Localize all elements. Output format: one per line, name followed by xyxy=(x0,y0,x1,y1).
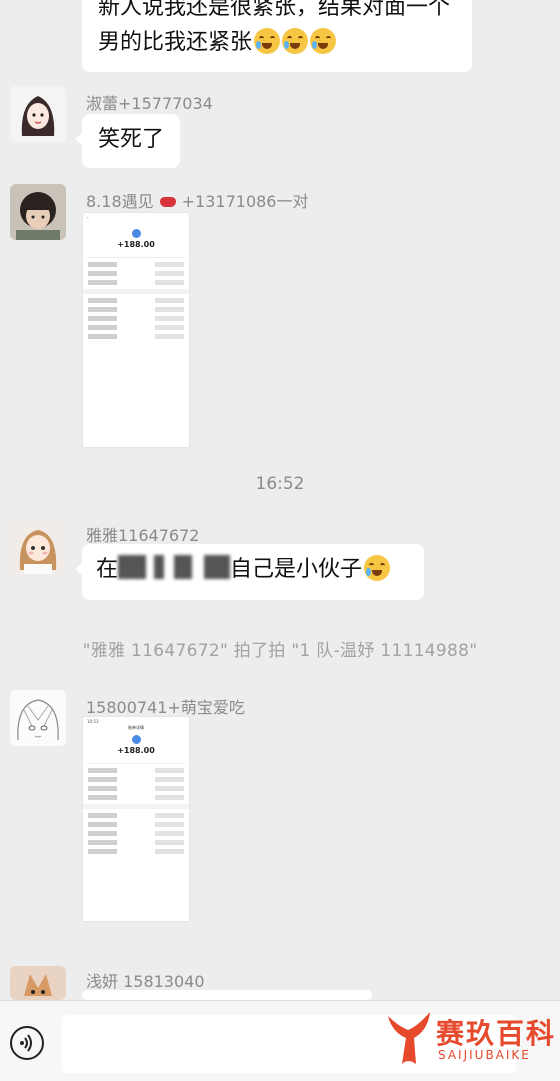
laugh-cry-emoji-icon xyxy=(364,555,391,581)
image-message-receipt[interactable]: 10:53 账单详情 +188.00 xyxy=(82,716,190,922)
avatar[interactable] xyxy=(10,966,66,1000)
receipt-coin-icon xyxy=(131,229,141,238)
message-bubble[interactable]: 笑死了 xyxy=(74,114,181,168)
avatar[interactable] xyxy=(10,690,66,746)
watermark-name: 赛玖百科 xyxy=(436,1017,557,1050)
time-divider: 16:52 xyxy=(255,474,305,494)
message-text-end: 自己是小伙子 xyxy=(230,557,363,582)
receipt-amount: +188.00 xyxy=(117,240,155,249)
sender-name: 雅雅11647672 xyxy=(86,526,200,545)
message-text: 男的比我还紧张 xyxy=(98,30,253,55)
avatar[interactable] xyxy=(10,86,66,142)
message-text-start: 在 xyxy=(96,557,119,582)
avatar-sketch-girl-icon xyxy=(10,690,66,746)
avatar-girl-icon xyxy=(10,86,66,142)
sender-name: 淑蕾+15777034 xyxy=(86,94,213,113)
message-text: 笑死了 xyxy=(98,127,165,152)
message-bubble[interactable] xyxy=(82,990,372,1000)
voice-icon[interactable] xyxy=(10,1026,44,1060)
redacted-text xyxy=(174,555,193,579)
receipt-header: 10:53 xyxy=(83,717,189,725)
receipt-header: ‹ xyxy=(87,215,89,220)
lips-emoji-icon xyxy=(159,197,176,207)
receipt-amount: +188.00 xyxy=(117,746,155,755)
sender-name-prefix: 8.18遇见 xyxy=(86,192,154,211)
laugh-cry-emoji-icon xyxy=(310,28,337,54)
receipt-coin-icon xyxy=(131,735,141,744)
avatar-cat-icon xyxy=(10,966,66,1000)
avatar[interactable] xyxy=(10,518,66,574)
watermark-logo: 赛玖百科 SAIJIUBAIKE xyxy=(384,1008,554,1072)
receipt-time: 10:53 xyxy=(87,719,99,724)
receipt-title: 账单详情 xyxy=(128,725,144,730)
laugh-cry-emoji-icon xyxy=(254,28,281,54)
whale-tail-logo-icon xyxy=(388,1012,430,1064)
redacted-text xyxy=(154,555,165,579)
avatar-cartoon-girl-icon xyxy=(10,518,66,574)
message-bubble[interactable]: 新人说我还是很紧张，结果对面一个 男的比我还紧张 xyxy=(82,0,472,72)
laugh-cry-emoji-icon xyxy=(282,28,309,54)
redacted-text xyxy=(118,555,147,579)
sender-name: 8.18遇见 +13171086一对 xyxy=(86,188,309,212)
sender-name-suffix: +13171086一对 xyxy=(181,192,309,211)
sender-name: 浅妍 15813040 xyxy=(86,972,205,991)
avatar-child-icon xyxy=(10,184,66,240)
message-text-line1: 新人说我还是很紧张，结果对面一个 xyxy=(98,0,451,20)
message-text-line2: 男的比我还紧张 xyxy=(98,26,456,60)
image-message-receipt[interactable]: ‹ +188.00 xyxy=(82,212,190,448)
watermark-subtitle: SAIJIUBAIKE xyxy=(438,1048,531,1062)
sender-name: 15800741+萌宝爱吃 xyxy=(86,698,245,717)
avatar[interactable] xyxy=(10,184,66,240)
message-bubble[interactable]: 在 自己是小伙子 xyxy=(75,544,424,600)
pat-system-message: "雅雅 11647672" 拍了拍 "1 队-温妤 11114988" xyxy=(82,641,478,661)
redacted-text xyxy=(204,555,231,579)
